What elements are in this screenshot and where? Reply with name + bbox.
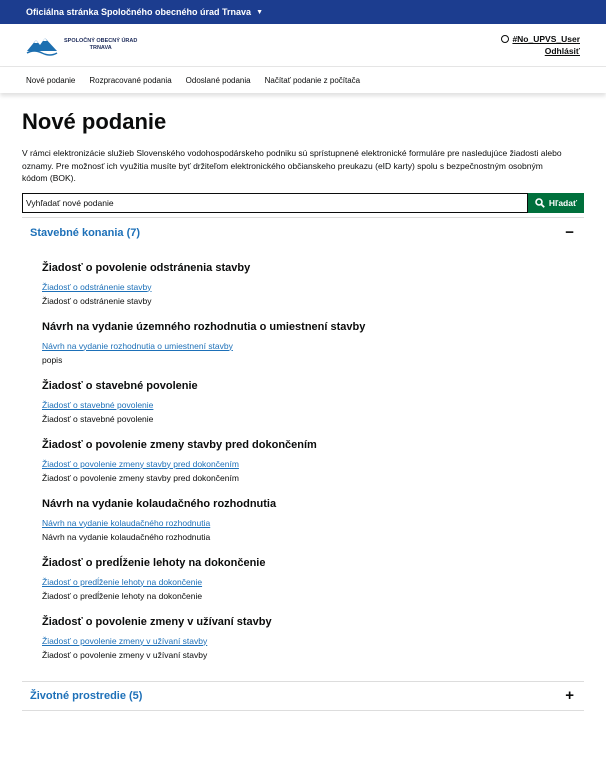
item-heading: Žiadosť o predĺženie lehoty na dokončeni… [42,556,266,569]
nav-sent[interactable]: Odoslané podania [186,76,251,85]
accordion-title-building: Stavebné konania (7) [30,226,141,239]
logout-link[interactable]: Odhlásiť [545,46,580,56]
page-title: Nové podanie [22,109,167,134]
official-site-label: Oficiálna stránka Spoločného obecného úr… [26,7,252,17]
search-input[interactable] [22,192,528,213]
accordion-header-building[interactable]: Stavebné konania (7) − [22,216,584,248]
site-header: Spoločný obecný úrad Trnava #No_UPVS_Use… [0,24,606,67]
item-heading: Žiadosť o povolenie zmeny v užívaní stav… [42,615,272,628]
list-item: Žiadosť o povolenie zmeny stavby pred do… [42,439,564,484]
item-description: Žiadosť o stavebné povolenie [42,413,154,424]
expand-icon[interactable]: + [565,687,574,704]
list-item: Žiadosť o stavebné povolenie Žiadosť o s… [42,380,564,425]
caret-down-icon: ▼ [256,8,263,16]
nav-drafts[interactable]: Rozpracované podania [89,76,171,85]
item-description: Návrh na vydanie kolaudačného rozhodnuti… [42,531,211,542]
search-button[interactable]: Hľadať [528,192,584,213]
logo-line-2: Trnava [89,45,112,51]
item-link[interactable]: Žiadosť o predĺženie lehoty na dokončeni… [42,576,564,588]
search-bar: Hľadať [22,192,584,213]
list-item: Žiadosť o povolenie odstránenia stavby Ž… [42,262,564,307]
site-logo[interactable]: Spoločný obecný úrad Trnava [26,34,137,56]
search-icon [535,197,545,208]
item-heading: Žiadosť o stavebné povolenie [42,379,198,392]
item-link[interactable]: Žiadosť o povolenie zmeny stavby pred do… [42,458,564,470]
item-link[interactable]: Návrh na vydanie kolaudačného rozhodnuti… [42,517,564,529]
mountain-logo-icon [26,38,58,56]
logo-line-1: Spoločný obecný úrad [64,38,138,44]
item-link[interactable]: Žiadosť o stavebné povolenie [42,399,564,411]
accordion-header-environment[interactable]: Životné prostredie (5) + [22,680,584,711]
nav-new-submission[interactable]: Nové podanie [26,76,75,85]
list-item: Žiadosť o povolenie zmeny v užívaní stav… [42,616,564,661]
intro-text: V rámci elektronizácie služieb Slovenské… [22,148,562,183]
item-description: Žiadosť o povolenie zmeny stavby pred do… [42,472,239,483]
user-panel: #No_UPVS_User Odhlásiť [501,33,580,57]
item-heading: Návrh na vydanie územného rozhodnutia o … [42,320,366,333]
main-content: Nové podanie V rámci elektronizácie služ… [0,109,606,711]
item-link[interactable]: Návrh na vydanie rozhodnutia o umiestnen… [42,340,564,352]
accordion-title-environment: Životné prostredie (5) [30,689,143,702]
item-heading: Návrh na vydanie kolaudačného rozhodnuti… [42,497,277,510]
nav-load-from-computer[interactable]: Načítať podanie z počítača [265,76,361,85]
item-heading: Žiadosť o povolenie zmeny stavby pred do… [42,438,317,451]
logo-text: Spoločný obecný úrad Trnava [64,38,137,52]
official-site-bar[interactable]: Oficiálna stránka Spoločného obecného úr… [0,0,606,24]
main-navigation: Nové podanie Rozpracované podania Odosla… [0,67,606,93]
item-description: Žiadosť o odstránenie stavby [42,295,152,306]
item-link[interactable]: Žiadosť o odstránenie stavby [42,281,564,293]
list-item: Návrh na vydanie územného rozhodnutia o … [42,321,564,366]
item-heading: Žiadosť o povolenie odstránenia stavby [42,261,251,274]
item-link[interactable]: Žiadosť o povolenie zmeny v užívaní stav… [42,635,564,647]
accordion-content-building: Žiadosť o povolenie odstránenia stavby Ž… [22,262,584,661]
user-icon [501,35,510,43]
collapse-icon[interactable]: − [565,224,574,241]
item-description: Žiadosť o povolenie zmeny v užívaní stav… [42,649,208,660]
user-name-link[interactable]: #No_UPVS_User [512,33,580,45]
item-description: popis [42,354,63,365]
item-description: Žiadosť o predĺženie lehoty na dokončeni… [42,590,203,601]
search-button-label: Hľadať [548,197,578,208]
list-item: Žiadosť o predĺženie lehoty na dokončeni… [42,557,564,602]
list-item: Návrh na vydanie kolaudačného rozhodnuti… [42,498,564,543]
